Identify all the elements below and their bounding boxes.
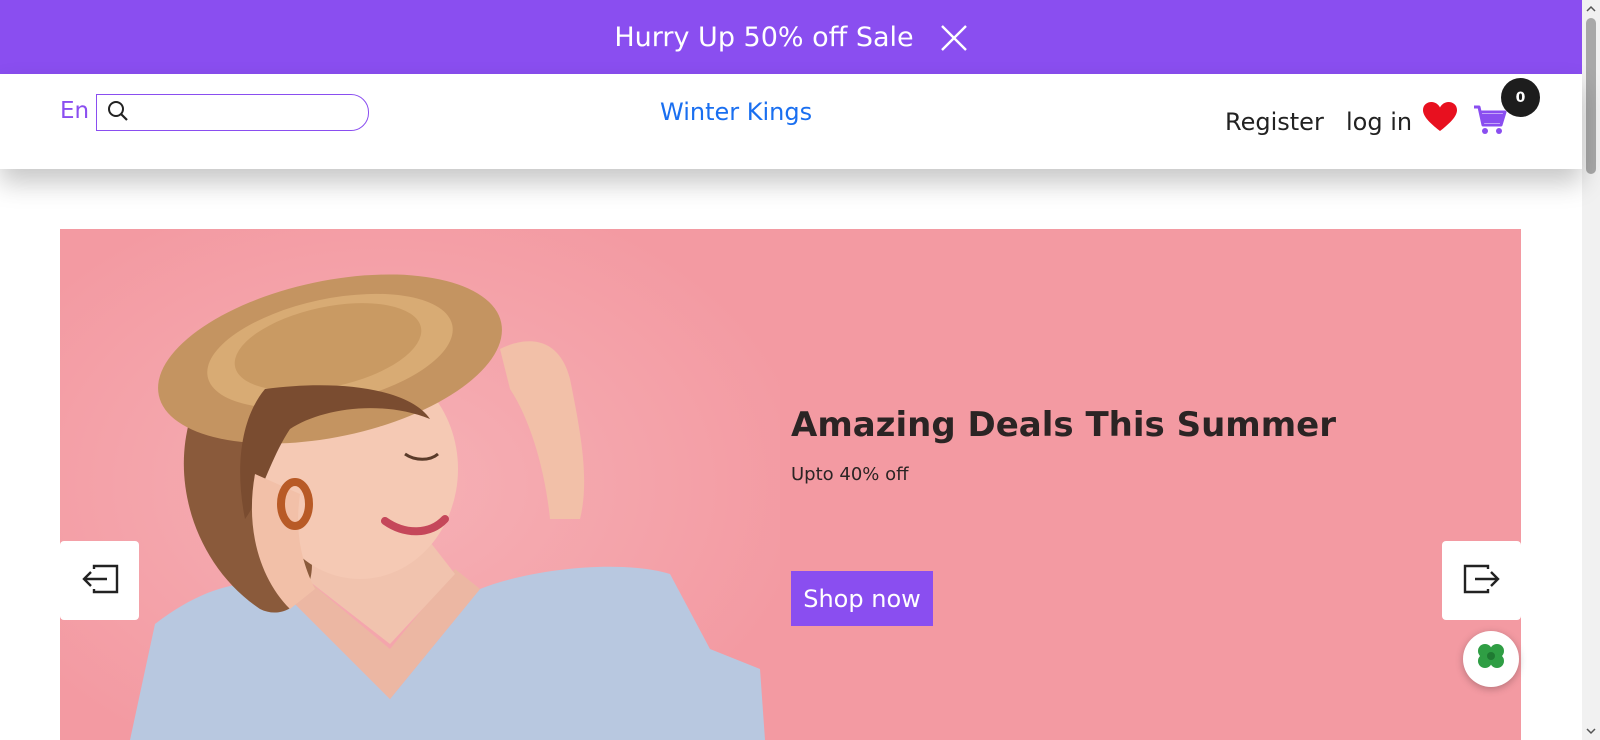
scroll-up-icon[interactable] — [1586, 4, 1596, 14]
scrollbar-thumb[interactable] — [1586, 18, 1596, 174]
hero-title: Amazing Deals This Summer — [791, 405, 1336, 445]
cart-icon[interactable] — [1473, 104, 1507, 140]
carousel-next-button[interactable] — [1442, 541, 1521, 620]
sign-out-arrow-icon — [1462, 563, 1502, 599]
language-selector[interactable]: En — [60, 98, 89, 124]
page-scrollbar[interactable] — [1582, 0, 1600, 740]
close-icon[interactable] — [940, 24, 968, 52]
hero-image — [60, 229, 780, 740]
sign-in-arrow-icon — [80, 563, 120, 599]
register-link[interactable]: Register — [1225, 108, 1324, 136]
hero-banner: Amazing Deals This Summer Upto 40% off S… — [60, 229, 1521, 740]
search-icon — [107, 100, 129, 126]
scroll-down-icon[interactable] — [1586, 726, 1596, 736]
shop-now-button[interactable]: Shop now — [791, 571, 933, 626]
clover-icon — [1473, 639, 1509, 679]
carousel-prev-button[interactable] — [60, 541, 139, 620]
login-link[interactable]: log in — [1346, 108, 1412, 136]
brand-link[interactable]: Winter Kings — [660, 98, 812, 126]
promo-banner: Hurry Up 50% off Sale — [0, 0, 1582, 74]
search-input[interactable] — [135, 97, 368, 128]
heart-icon[interactable] — [1423, 102, 1457, 136]
help-widget-button[interactable] — [1463, 631, 1519, 687]
main-navbar: En Winter Kings Register log in 0 — [0, 74, 1582, 169]
search-box[interactable] — [96, 94, 369, 131]
cart-count-badge: 0 — [1501, 78, 1540, 117]
hero-subtitle: Upto 40% off — [791, 464, 909, 485]
promo-text: Hurry Up 50% off Sale — [614, 21, 914, 53]
